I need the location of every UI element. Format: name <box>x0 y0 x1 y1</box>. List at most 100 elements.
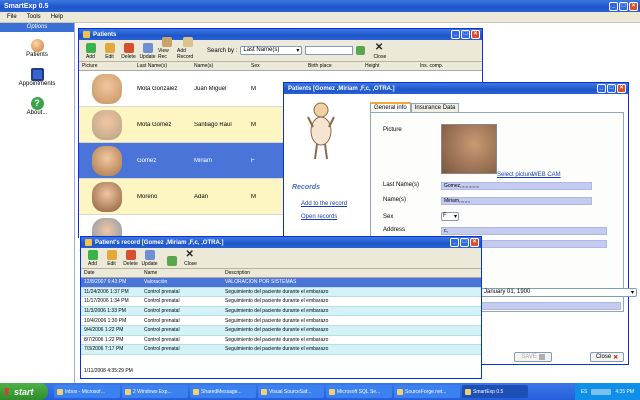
record-update-button[interactable]: Update <box>141 250 158 267</box>
minimize-icon[interactable]: _ <box>597 84 606 93</box>
taskbar-item[interactable]: SourceForge.net... <box>394 385 460 398</box>
sidebar-item-about[interactable]: ? About... <box>0 97 74 116</box>
update-button[interactable]: Update <box>139 43 156 60</box>
record-close-button[interactable]: ✕ Close <box>182 249 199 268</box>
webcam-link[interactable]: WEB CAM <box>532 172 561 178</box>
record-window-icon <box>85 239 92 246</box>
menu-tools[interactable]: Tools <box>27 14 41 20</box>
column-header[interactable]: Last Name(s) <box>134 63 191 69</box>
picture-label: Picture <box>383 127 402 133</box>
start-button[interactable]: start <box>0 383 48 400</box>
save-button[interactable]: SAVE <box>514 352 552 362</box>
detail-close-button[interactable]: Close ✕ <box>590 352 624 362</box>
table-cell: Seguimiento del paciente durante el emba… <box>225 327 329 334</box>
taskbar-item[interactable]: Inbox - Microsof... <box>54 385 120 398</box>
taskbar-item[interactable]: Microsoft SQL Se... <box>326 385 392 398</box>
search-input[interactable] <box>305 46 354 55</box>
address-field[interactable]: c, <box>441 227 607 235</box>
add-button[interactable]: Add <box>82 43 99 60</box>
close-icon[interactable]: × <box>629 1 638 11</box>
tab-insurance-data[interactable]: Insurance Data <box>410 103 460 112</box>
table-row[interactable]: 12/8/2007 6:43 PM Valoración VALORACION PO… <box>81 278 481 288</box>
column-header[interactable]: Name(s) <box>191 63 248 69</box>
close-button[interactable]: ✕ Close <box>371 43 388 61</box>
tab-general-info[interactable]: General info <box>370 102 411 112</box>
column-header[interactable]: Height <box>362 63 417 69</box>
taskbar-app-icon <box>261 388 267 395</box>
record-window-controls: _ □ × <box>450 238 479 247</box>
table-row[interactable]: 10/4/2006 1:30 PM Control prenatal Seguimi… <box>81 316 481 326</box>
baby-illustration <box>306 101 336 163</box>
taskbar-item[interactable]: 2 Windows Exp... <box>122 385 188 398</box>
close-x-icon: ✕ <box>185 249 194 260</box>
column-header[interactable]: Name <box>141 270 222 276</box>
column-header[interactable]: Date <box>81 270 141 276</box>
patients-titlebar: Patients _ □ × <box>79 29 482 40</box>
add-to-record-link[interactable]: Add to the record <box>301 201 347 207</box>
taskbar-item[interactable]: SmartExp 0.5 <box>462 385 528 398</box>
delete-icon <box>125 250 136 260</box>
record-edit-button[interactable]: Edit <box>103 250 120 267</box>
table-row[interactable]: 7/3/2006 7:17 PM Control prenatal Seguimie… <box>81 345 481 355</box>
table-cell: Moreno <box>137 193 158 200</box>
table-row[interactable]: 11/3/2006 1:33 PM Control prenatal Seguimi… <box>81 306 481 317</box>
table-row[interactable]: 11/24/2006 1:37 PM Control prenatal Seguim… <box>81 287 481 298</box>
record-delete-button[interactable]: Delete <box>122 250 139 267</box>
taskbar-app-icon <box>465 388 471 395</box>
birthdate-picker[interactable]: January 01, 1900 ▾ <box>481 288 637 297</box>
column-header[interactable]: Description <box>222 270 472 276</box>
select-picture-link[interactable]: Select picture <box>497 172 533 178</box>
patients-window-controls: _ □ × <box>451 30 480 39</box>
record-titlebar: Patient's record [Gomez ,Miriam ,F,c, ,O… <box>81 237 481 248</box>
table-row[interactable]: 11/17/2006 1:34 PM Control prenatal Seguim… <box>81 297 481 307</box>
maximize-icon[interactable]: □ <box>461 30 470 39</box>
tray-icons <box>591 388 612 395</box>
table-cell: 11/17/2006 1:34 PM <box>84 298 129 305</box>
close-icon[interactable]: × <box>471 30 480 39</box>
close-icon[interactable]: × <box>617 84 626 93</box>
delete-button[interactable]: Delete <box>120 43 137 60</box>
maximize-icon[interactable]: □ <box>460 238 469 247</box>
patient-record-window: Patient's record [Gomez ,Miriam ,F,c, ,O… <box>80 236 482 379</box>
maximize-icon[interactable]: □ <box>619 1 628 11</box>
calendar-icon <box>30 68 44 81</box>
record-add-button[interactable]: Add <box>84 250 101 267</box>
column-header[interactable]: Sex <box>248 63 305 69</box>
detail-extra-field[interactable] <box>481 302 621 310</box>
minimize-icon[interactable]: _ <box>451 30 460 39</box>
record-search-button[interactable] <box>163 256 180 267</box>
column-header[interactable]: Ins. comp. <box>417 63 472 69</box>
table-cell: Control prenatal <box>144 327 180 334</box>
close-icon[interactable]: × <box>470 238 479 247</box>
taskbar-item[interactable]: Visual SourceSaf... <box>258 385 324 398</box>
add-record-button[interactable]: Add Record <box>177 37 199 60</box>
sidebar-item-appointments[interactable]: Appointments <box>0 68 74 87</box>
view-record-icon <box>161 37 172 47</box>
edit-button[interactable]: Edit <box>101 43 118 60</box>
language-indicator[interactable]: ES <box>581 389 588 395</box>
maximize-icon[interactable]: □ <box>607 84 616 93</box>
column-header[interactable]: Birth place <box>305 63 362 69</box>
open-records-link[interactable]: Open records <box>301 214 337 220</box>
taskbar-app-icon <box>57 388 63 395</box>
minimize-icon[interactable]: _ <box>450 238 459 247</box>
name-field[interactable]: Miriam,,,,,,,, <box>441 197 592 205</box>
table-row[interactable]: 8/7/2006 1:22 PM Control prenatal Seguimie… <box>81 335 481 346</box>
minimize-icon[interactable]: _ <box>609 1 618 11</box>
column-header[interactable]: Picture <box>79 63 134 69</box>
table-cell: 8/7/2006 1:22 PM <box>84 336 124 343</box>
menu-file[interactable]: File <box>7 14 17 20</box>
table-row[interactable]: 9/4/2006 1:22 PM Control prenatal Seguimie… <box>81 325 481 336</box>
sidebar-item-patients[interactable]: Patients <box>0 39 74 58</box>
table-cell: Control prenatal <box>144 288 180 295</box>
table-cell: Seguimiento del paciente durante el emba… <box>225 308 329 315</box>
last-name-field[interactable]: Gomez,,,,,,,,,,,,,, <box>441 182 592 190</box>
detail-title: Patients [Gomez ,Miriam ,F,c, ,OTRA.] <box>288 85 395 92</box>
view-record-button[interactable]: View Rec <box>158 37 175 60</box>
table-cell: 11/24/2006 1:37 PM <box>84 288 129 295</box>
find-patients-icon[interactable] <box>356 46 366 55</box>
sex-select[interactable]: F ▾ <box>441 212 459 221</box>
search-field-select[interactable]: Last Name(s) ▾ <box>240 46 303 55</box>
taskbar-item[interactable]: SharedMessage... <box>190 385 256 398</box>
menu-help[interactable]: Help <box>51 14 63 20</box>
